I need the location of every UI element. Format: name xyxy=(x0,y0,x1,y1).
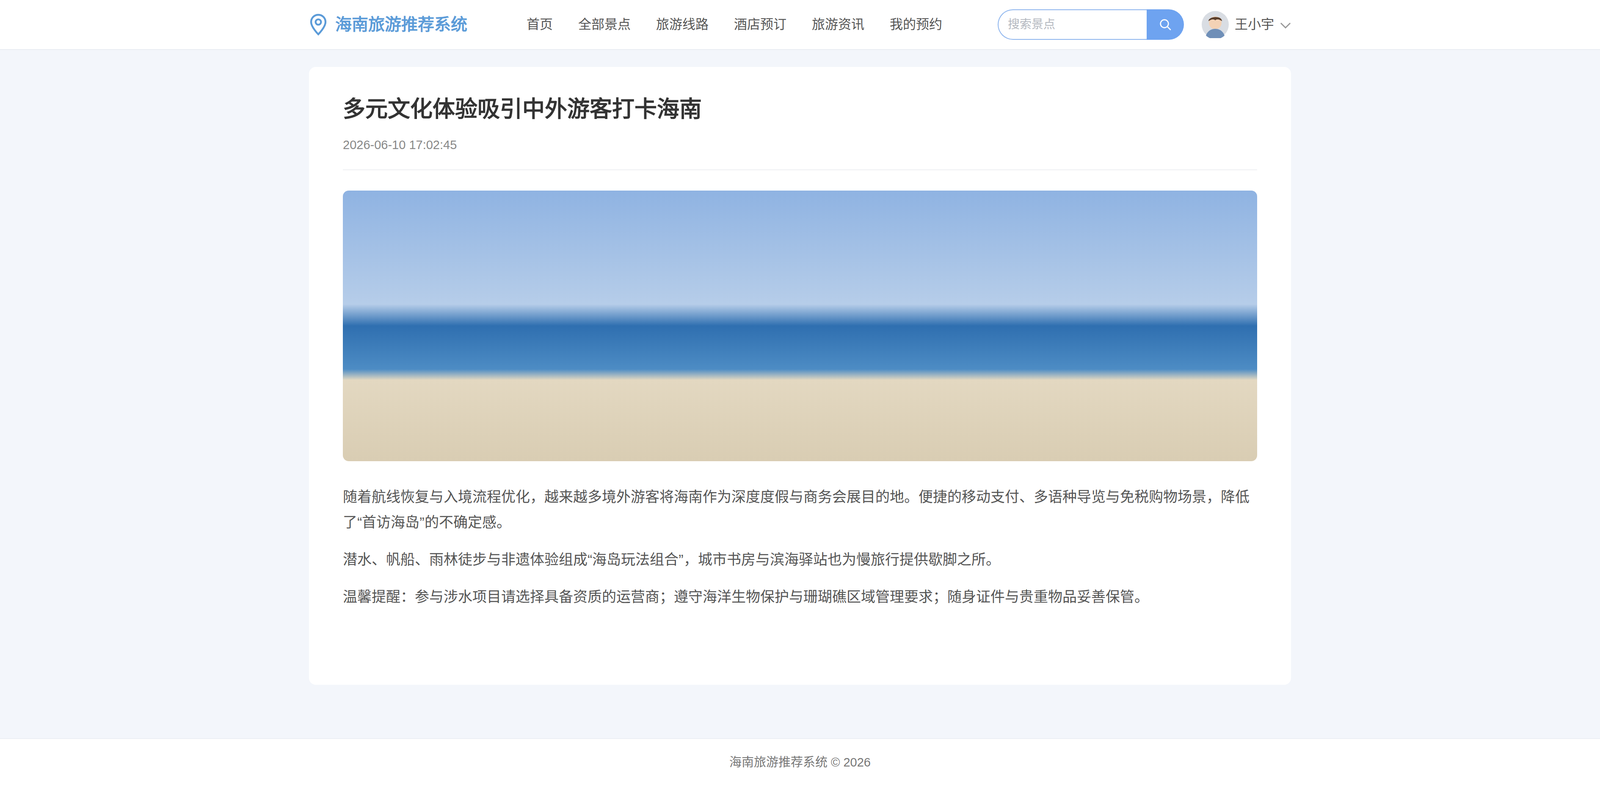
search-box xyxy=(997,9,1184,40)
article-paragraph: 温馨提醒：参与涉水项目请选择具备资质的运营商；遵守海洋生物保护与珊瑚礁区域管理要… xyxy=(342,583,1258,610)
user-name[interactable]: 王小宇 xyxy=(1234,14,1275,35)
location-pin-icon xyxy=(308,13,328,36)
search-input[interactable] xyxy=(997,9,1147,40)
logo[interactable]: 海南旅游推荐系统 xyxy=(308,12,468,38)
user-menu[interactable]: 王小宇 xyxy=(1201,11,1292,39)
avatar-icon xyxy=(1201,11,1229,39)
search-icon xyxy=(1158,17,1173,32)
footer-text: 海南旅游推荐系统 © 2026 xyxy=(729,753,871,772)
search-button[interactable] xyxy=(1146,9,1184,40)
footer: 海南旅游推荐系统 © 2026 xyxy=(0,737,1600,786)
nav-link[interactable]: 首页 xyxy=(526,14,553,35)
article-paragraph: 随着航线恢复与入境流程优化，越来越多境外游客将海南作为深度度假与商务会展目的地。… xyxy=(342,483,1258,535)
article-date: 2026-06-10 17:02:45 xyxy=(342,135,1258,171)
nav-link[interactable]: 全部景点 xyxy=(578,14,631,35)
article-title: 多元文化体验吸引中外游客打卡海南 xyxy=(342,94,1258,125)
nav-link[interactable]: 酒店预订 xyxy=(733,14,787,35)
nav-link[interactable]: 旅游资讯 xyxy=(811,14,865,35)
top-bar: 海南旅游推荐系统 首页 全部景点 旅游线路 酒店预订 旅游资讯 我的预约 王小宇 xyxy=(0,0,1600,50)
beach-photo xyxy=(342,190,1258,461)
article-card: 多元文化体验吸引中外游客打卡海南 2026-06-10 17:02:45 随着航线恢… xyxy=(308,66,1292,685)
nav-link[interactable]: 我的预约 xyxy=(889,14,943,35)
logo-text[interactable]: 海南旅游推荐系统 xyxy=(335,12,468,38)
main-nav: 首页 全部景点 旅游线路 酒店预订 旅游资讯 我的预约 xyxy=(526,14,998,35)
chevron-down-icon xyxy=(1280,21,1292,30)
article-paragraph: 潜水、帆船、雨林徒步与非遗体验组成“海岛玩法组合”，城市书房与滨海驿站也为慢旅行… xyxy=(342,546,1258,572)
nav-link[interactable]: 旅游线路 xyxy=(656,14,709,35)
